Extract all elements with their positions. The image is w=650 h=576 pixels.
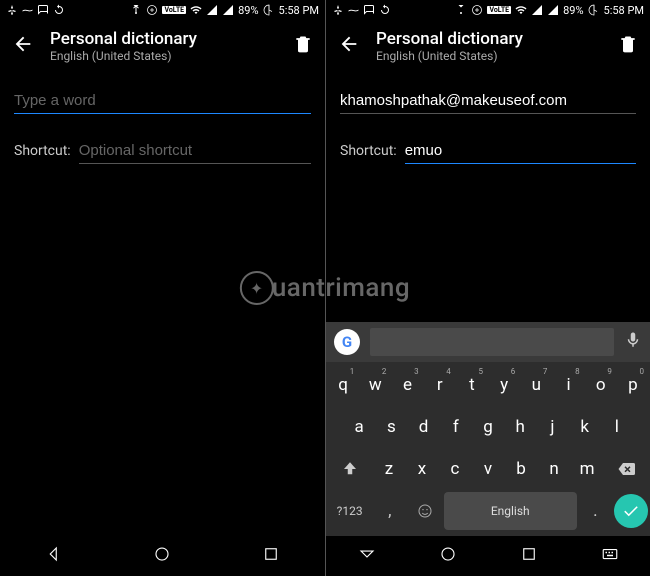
key-s[interactable]: s xyxy=(376,408,406,446)
app-bar: Personal dictionary English (United Stat… xyxy=(0,20,325,72)
period-key[interactable]: . xyxy=(579,492,612,530)
shift-key[interactable] xyxy=(328,450,371,488)
status-bar: ⁓ VoLTE 89% 5:58 PM xyxy=(326,0,650,20)
key-j[interactable]: j xyxy=(537,408,567,446)
key-e[interactable]: e3 xyxy=(392,366,422,404)
battery-percent: 89% xyxy=(238,4,258,17)
key-c[interactable]: c xyxy=(439,450,470,488)
key-b[interactable]: b xyxy=(506,450,537,488)
screen-left: ⁓ VoLTE 89% 5:58 PM Personal dictionary … xyxy=(0,0,325,576)
enter-key[interactable] xyxy=(614,494,648,528)
clock-time: 5:58 PM xyxy=(279,4,319,17)
nav-bar xyxy=(0,536,325,576)
mic-icon[interactable] xyxy=(624,331,642,353)
key-h[interactable]: h xyxy=(505,408,535,446)
search-field[interactable] xyxy=(370,328,614,356)
key-y[interactable]: y6 xyxy=(489,366,519,404)
page-title: Personal dictionary xyxy=(50,29,277,49)
key-a[interactable]: a xyxy=(344,408,374,446)
key-u[interactable]: u7 xyxy=(521,366,551,404)
clock-time: 5:58 PM xyxy=(604,4,644,17)
nav-recent-icon[interactable] xyxy=(520,545,538,567)
key-o[interactable]: o9 xyxy=(586,366,616,404)
shortcut-input[interactable] xyxy=(79,136,311,164)
back-icon[interactable] xyxy=(12,33,34,59)
key-p[interactable]: p0 xyxy=(618,366,648,404)
status-bar: ⁓ VoLTE 89% 5:58 PM xyxy=(0,0,325,20)
delete-icon[interactable] xyxy=(618,34,638,58)
keyboard: G q1w2e3r4t5y6u7i8o9p0 asdfghjkl zxcvbnm… xyxy=(326,322,650,536)
key-l[interactable]: l xyxy=(602,408,632,446)
app-bar: Personal dictionary English (United Stat… xyxy=(326,20,650,72)
key-g[interactable]: g xyxy=(473,408,503,446)
comma-key[interactable]: , xyxy=(373,492,406,530)
shortcut-label: Shortcut: xyxy=(340,143,397,159)
key-t[interactable]: t5 xyxy=(457,366,487,404)
nav-bar xyxy=(326,536,650,576)
key-r[interactable]: r4 xyxy=(425,366,455,404)
key-w[interactable]: w2 xyxy=(360,366,390,404)
word-input[interactable] xyxy=(340,86,636,114)
key-i[interactable]: i8 xyxy=(553,366,583,404)
key-z[interactable]: z xyxy=(373,450,404,488)
key-v[interactable]: v xyxy=(472,450,503,488)
nav-recent-icon[interactable] xyxy=(262,545,280,567)
word-input[interactable] xyxy=(14,86,311,114)
content-area: Shortcut: xyxy=(326,72,650,322)
space-key[interactable]: English xyxy=(444,492,577,530)
key-f[interactable]: f xyxy=(441,408,471,446)
back-icon[interactable] xyxy=(338,33,360,59)
battery-percent: 89% xyxy=(563,4,583,17)
nav-home-icon[interactable] xyxy=(439,545,457,567)
shortcut-input[interactable] xyxy=(405,136,636,164)
key-n[interactable]: n xyxy=(539,450,570,488)
symbols-key[interactable]: ?123 xyxy=(328,492,371,530)
page-title: Personal dictionary xyxy=(376,29,602,49)
screen-right: ⁓ VoLTE 89% 5:58 PM Personal dictionary … xyxy=(325,0,650,576)
key-d[interactable]: d xyxy=(408,408,438,446)
google-icon[interactable]: G xyxy=(334,329,360,355)
content-area: Shortcut: xyxy=(0,72,325,536)
page-subtitle: English (United States) xyxy=(376,49,602,63)
nav-home-icon[interactable] xyxy=(153,545,171,567)
key-q[interactable]: q1 xyxy=(328,366,358,404)
key-x[interactable]: x xyxy=(406,450,437,488)
suggestion-bar: G xyxy=(326,322,650,362)
nav-back-icon[interactable] xyxy=(45,545,63,567)
nav-back-down-icon[interactable] xyxy=(358,545,376,567)
key-k[interactable]: k xyxy=(570,408,600,446)
emoji-key[interactable] xyxy=(408,492,441,530)
page-subtitle: English (United States) xyxy=(50,49,277,63)
shortcut-label: Shortcut: xyxy=(14,143,71,159)
delete-icon[interactable] xyxy=(293,34,313,58)
keyboard-switch-icon[interactable] xyxy=(601,545,619,567)
key-m[interactable]: m xyxy=(572,450,603,488)
backspace-key[interactable] xyxy=(605,450,648,488)
